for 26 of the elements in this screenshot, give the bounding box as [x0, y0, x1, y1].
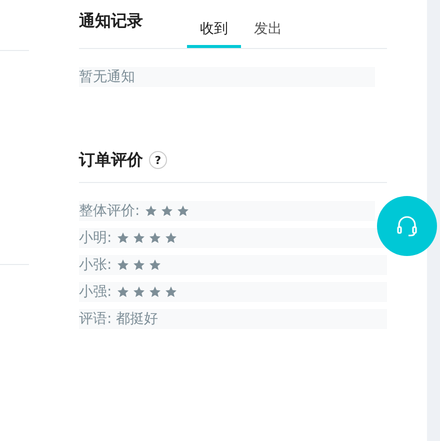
star-icon [132, 232, 145, 244]
tab[interactable]: 发出 [241, 12, 295, 48]
star-icon [148, 259, 161, 271]
rating-label: 小明: [79, 229, 112, 248]
rating-label: 整体评价: [79, 202, 140, 221]
star-icon [116, 259, 129, 271]
help-icon[interactable]: ? [149, 151, 167, 169]
empty-message: 暂无通知 [79, 67, 375, 87]
star-icon [148, 286, 161, 298]
star-icon [164, 232, 177, 244]
star-icon [116, 286, 129, 298]
section-title: 订单评价 [79, 150, 143, 170]
star-icon [144, 205, 157, 217]
comment-text: 评语: 都挺好 [79, 309, 387, 329]
headset-icon [395, 214, 419, 238]
star-icon [132, 259, 145, 271]
star-icon [164, 286, 177, 298]
star-icon [160, 205, 173, 217]
star-icon [176, 205, 189, 217]
section-title: 通知记录 [79, 11, 143, 31]
star-icon [132, 286, 145, 298]
rating-label: 小强: [79, 283, 112, 302]
star-icon [148, 232, 161, 244]
tab[interactable]: 收到 [187, 12, 241, 48]
rating-label: 小张: [79, 256, 112, 275]
star-icon [116, 232, 129, 244]
